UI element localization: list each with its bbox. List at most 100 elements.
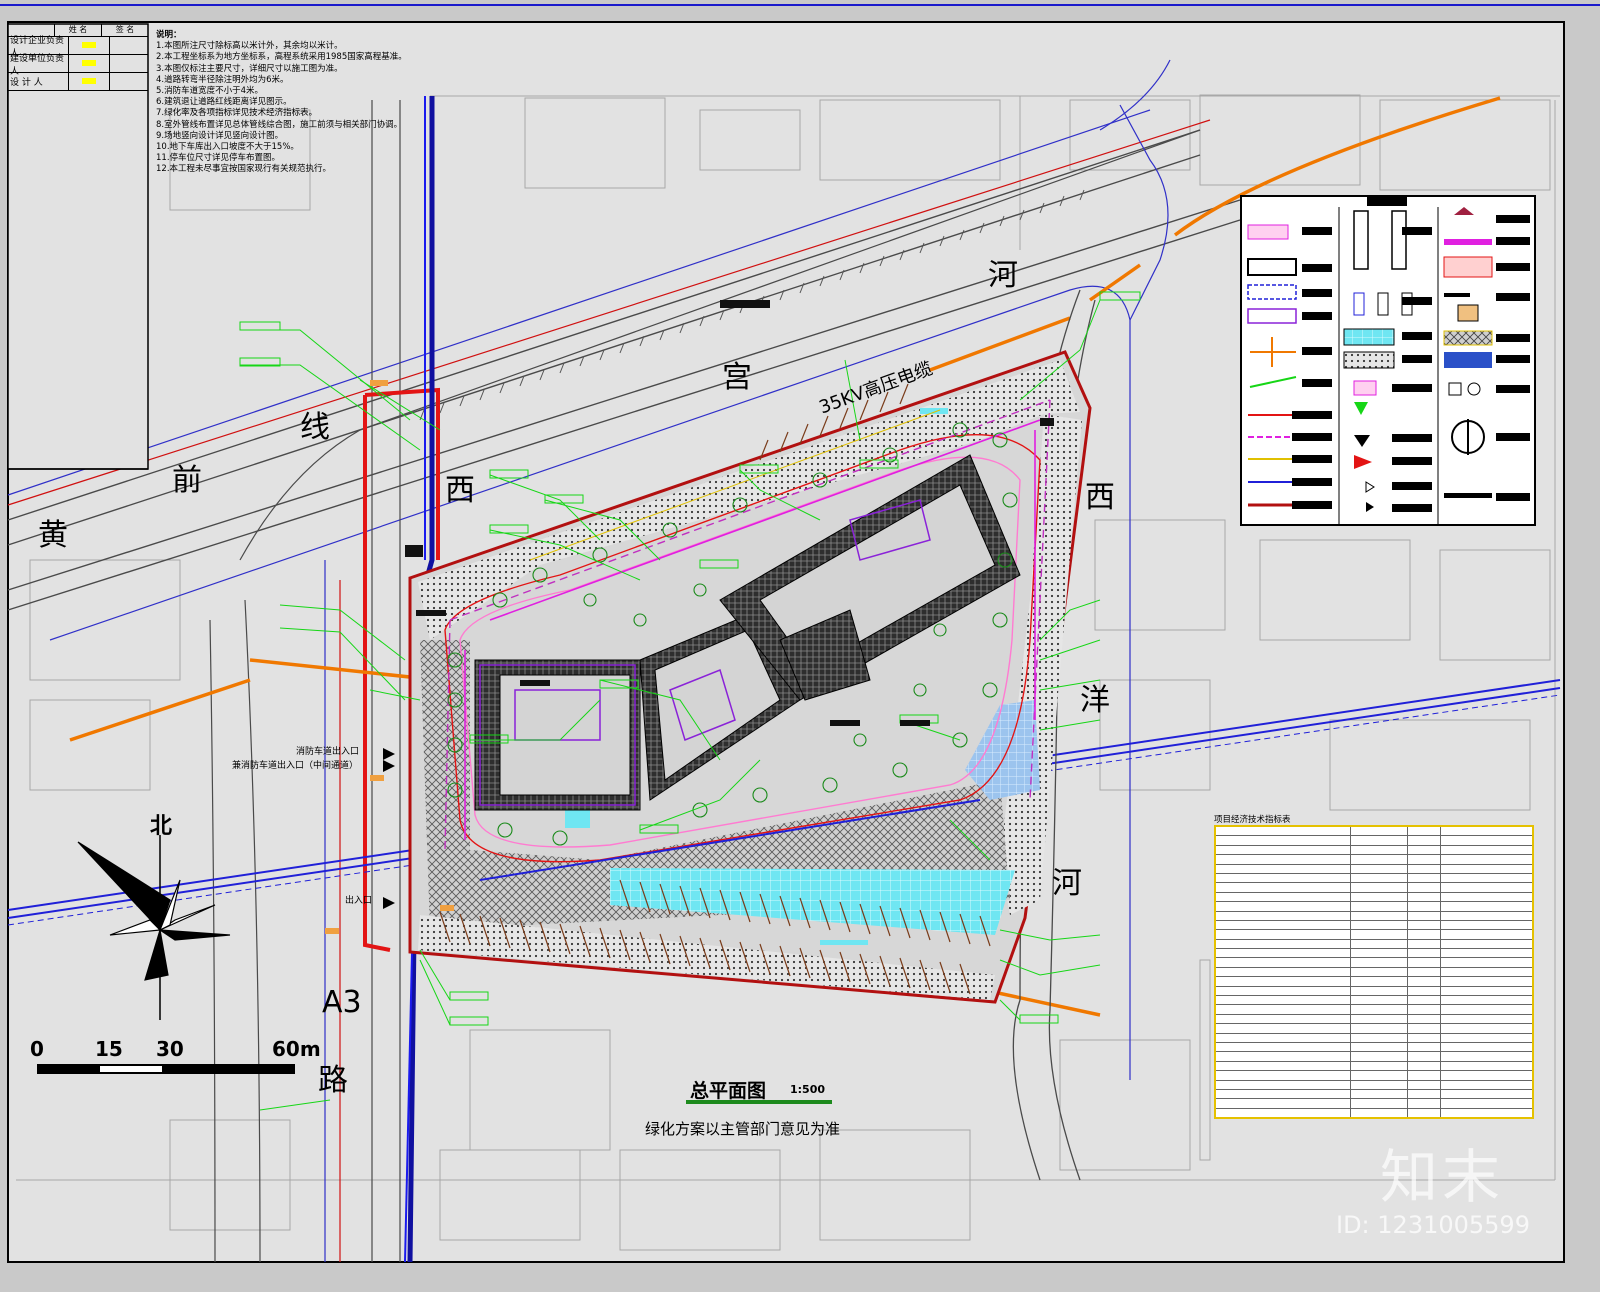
table-row xyxy=(1214,929,1534,940)
table-cell xyxy=(1214,825,1351,837)
road-label: 洋 xyxy=(1080,683,1110,718)
table-cell xyxy=(1349,1088,1408,1100)
notes-line: 5.消防车道宽度不小于4米。 xyxy=(156,86,264,97)
table-cell xyxy=(1349,882,1408,893)
table-cell xyxy=(1349,938,1408,950)
plan-note: 绿化方案以主管部门意见为准 xyxy=(645,1120,841,1138)
legend-title-redacted xyxy=(1367,197,1407,206)
table-cell xyxy=(1439,1088,1534,1100)
table-cell xyxy=(1406,1079,1441,1090)
table-cell xyxy=(1214,872,1351,884)
table-cell xyxy=(1214,891,1351,903)
table-row xyxy=(1214,844,1534,856)
table-cell xyxy=(1439,938,1534,950)
table-cell xyxy=(1349,976,1408,987)
table-cell xyxy=(1406,1041,1441,1053)
table-cell xyxy=(1349,948,1408,959)
table-cell xyxy=(1349,957,1408,968)
table-cell xyxy=(1439,1107,1534,1119)
table-cell xyxy=(1214,910,1351,921)
table-cell xyxy=(1349,1079,1408,1090)
table-cell xyxy=(1406,844,1441,856)
table-cell xyxy=(1439,948,1534,959)
table-cell xyxy=(1349,995,1408,1006)
table-cell xyxy=(1349,966,1408,978)
table-cell xyxy=(1406,910,1441,921)
notes-heading: 说明： xyxy=(156,30,182,40)
table-row xyxy=(1214,1032,1534,1044)
road-label: 宫 xyxy=(722,360,752,395)
table-cell xyxy=(1349,1107,1408,1119)
table-cell xyxy=(1406,854,1441,865)
table-row xyxy=(1214,825,1534,837)
table-cell xyxy=(1406,825,1441,837)
table-row xyxy=(1214,1088,1534,1100)
table-cell xyxy=(1349,1098,1408,1109)
table-cell xyxy=(1214,854,1351,865)
table-cell xyxy=(1349,910,1408,921)
table-cell xyxy=(1406,938,1441,950)
table-cell xyxy=(1214,976,1351,987)
table-cell xyxy=(1349,854,1408,865)
table-cell xyxy=(1439,872,1534,884)
table-cell xyxy=(1214,1041,1351,1053)
table-cell xyxy=(1439,1060,1534,1072)
road-label: A3 xyxy=(322,985,362,1020)
table-cell xyxy=(1406,1107,1441,1119)
table-cell xyxy=(1214,882,1351,893)
notes-line: 1.本图所注尺寸除标高以米计外，其余均以米计。 xyxy=(156,41,343,52)
table-cell xyxy=(1439,966,1534,978)
watermark-id: ID: 1231005599 xyxy=(1336,1211,1530,1239)
table-cell xyxy=(1214,985,1351,997)
table-row xyxy=(1214,1098,1534,1109)
table-cell xyxy=(1406,882,1441,893)
road-label: 前 xyxy=(172,463,202,498)
technical-indicators-table: 项目经济技术指标表 xyxy=(1214,813,1534,1120)
table-cell xyxy=(1406,1013,1441,1025)
indicator-table xyxy=(1214,825,1534,1120)
table-cell xyxy=(1214,948,1351,959)
table-cell xyxy=(1349,835,1408,846)
scale-tick: 30 xyxy=(156,1037,184,1061)
table-row xyxy=(1214,1023,1534,1034)
table-cell xyxy=(1214,919,1351,931)
table-row xyxy=(1214,872,1534,884)
table-cell xyxy=(1214,966,1351,978)
table-cell xyxy=(1439,844,1534,856)
table-cell xyxy=(1214,1060,1351,1072)
table-cell xyxy=(1439,957,1534,968)
table-cell xyxy=(1214,957,1351,968)
entry-label: 兼消防车道出入口（中间通道） xyxy=(232,761,359,771)
table-cell xyxy=(1439,1023,1534,1034)
table-cell xyxy=(1439,910,1534,921)
title-block-row: 设 计 人 xyxy=(8,73,148,91)
table-cell xyxy=(1439,919,1534,931)
table-row xyxy=(1214,948,1534,959)
notes-line: 10.地下车库出入口坡度不大于15%。 xyxy=(156,142,299,153)
table-cell xyxy=(1214,863,1351,874)
table-cell xyxy=(1214,1032,1351,1044)
title-block-header-sign: 签 名 xyxy=(101,24,148,36)
table-title: 项目经济技术指标表 xyxy=(1214,815,1291,825)
table-row xyxy=(1214,1041,1534,1053)
entry-label: 出入口 xyxy=(345,896,373,906)
table-row xyxy=(1214,995,1534,1006)
table-row xyxy=(1214,1004,1534,1015)
table-cell xyxy=(1214,835,1351,846)
table-row xyxy=(1214,901,1534,912)
table-cell xyxy=(1214,1088,1351,1100)
table-cell xyxy=(1439,1098,1534,1109)
table-cell xyxy=(1406,863,1441,874)
table-cell xyxy=(1406,891,1441,903)
road-label: 黄 xyxy=(38,518,68,553)
road-label: 河 xyxy=(1052,866,1082,901)
signature-placeholder xyxy=(82,78,96,84)
table-cell xyxy=(1214,929,1351,940)
table-cell xyxy=(1214,1107,1351,1119)
table-cell xyxy=(1214,1013,1351,1025)
table-cell xyxy=(1406,1088,1441,1100)
table-cell xyxy=(1439,1079,1534,1090)
table-cell xyxy=(1439,882,1534,893)
table-cell xyxy=(1439,929,1534,940)
table-row xyxy=(1214,1079,1534,1090)
